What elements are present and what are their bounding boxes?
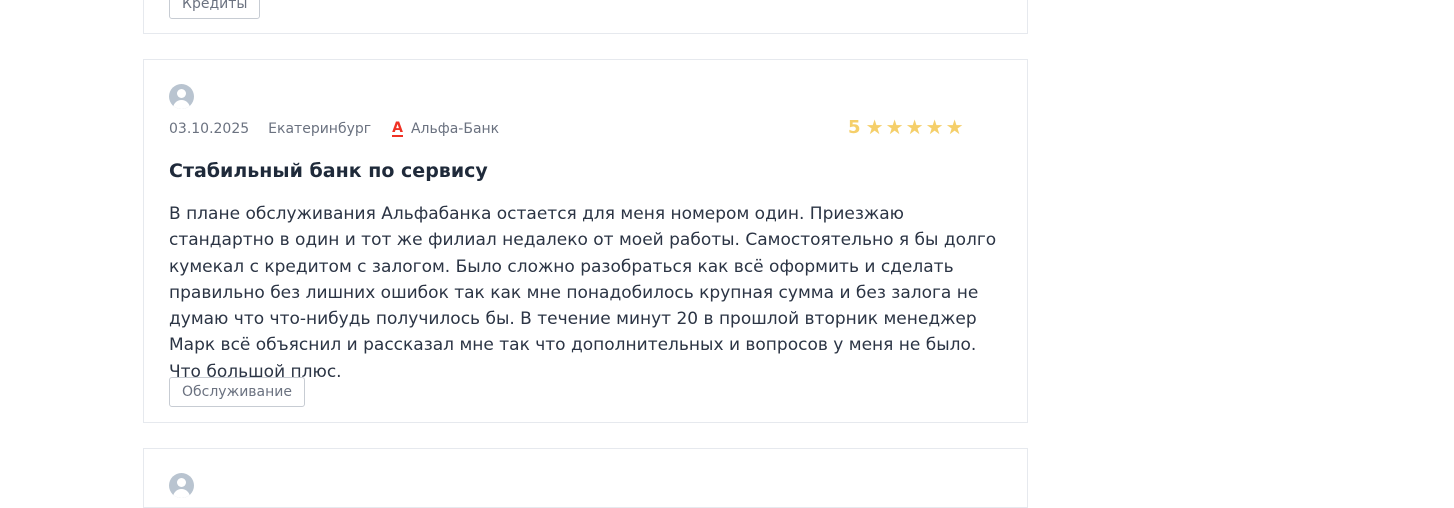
review-card-next: [143, 448, 1028, 508]
star-icon: ★: [925, 115, 944, 139]
review-tag[interactable]: Кредиты: [169, 0, 261, 19]
review-city: Екатеринбург: [268, 121, 372, 137]
review-card: 03.10.2025 Екатеринбург А Альфа-Банк 5 ★…: [143, 59, 1028, 423]
review-title[interactable]: Стабильный банк по сервису: [169, 160, 488, 182]
rating-score: 5: [848, 116, 861, 138]
bank-name[interactable]: Альфа-Банк: [411, 121, 499, 137]
star-icon: ★: [885, 115, 904, 139]
review-card-previous: Кредиты: [143, 0, 1028, 34]
review-tag[interactable]: Обслуживание: [169, 377, 305, 407]
user-avatar-icon: [169, 473, 194, 498]
review-bank[interactable]: А Альфа-Банк: [392, 121, 499, 137]
review-rating: 5 ★ ★ ★ ★ ★: [848, 116, 965, 138]
review-meta: 03.10.2025 Екатеринбург А Альфа-Банк: [169, 121, 499, 137]
star-icon: ★: [865, 115, 884, 139]
review-text: В плане обслуживания Альфабанка остается…: [169, 204, 997, 382]
alfa-bank-logo-icon: А: [392, 120, 403, 137]
star-icon: ★: [945, 115, 964, 139]
star-icon: ★: [905, 115, 924, 139]
review-date: 03.10.2025: [169, 121, 250, 137]
user-avatar-icon: [169, 84, 194, 109]
